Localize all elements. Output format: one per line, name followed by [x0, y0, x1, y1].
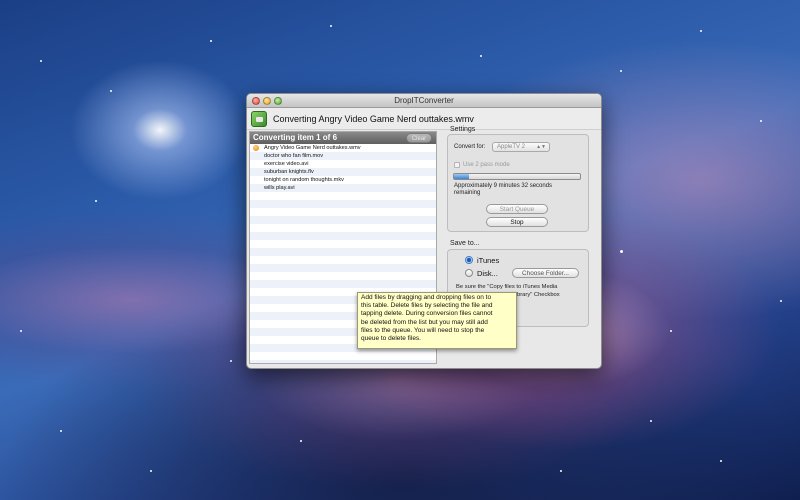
tooltip-line: this table. Delete files by selecting th… [361, 302, 493, 310]
current-item-header: Converting Angry Video Game Nerd outtake… [247, 108, 601, 130]
tooltip-line: files to the queue. You will need to sto… [361, 326, 485, 334]
window-title: DropITConverter [394, 96, 454, 105]
conversion-progress-bar [453, 173, 581, 180]
choose-folder-button[interactable]: Choose Folder... [512, 268, 579, 278]
list-item[interactable]: suburban knights.flv [250, 168, 436, 176]
tooltip-line: queue to delete files. [361, 335, 421, 343]
queue-status: Converting item 1 of 6 [253, 133, 338, 142]
convert-for-label: Convert for: [454, 144, 486, 150]
list-item[interactable]: exercise video.avi [250, 160, 436, 168]
list-item[interactable]: wills play.avi [250, 184, 436, 192]
disk-label: Disk... [477, 269, 498, 278]
two-pass-checkbox[interactable] [454, 162, 460, 168]
converting-status-icon [253, 145, 259, 151]
tooltip-line: be deleted from the list but you may sti… [361, 318, 488, 326]
start-queue-button[interactable]: Start Queue [486, 204, 548, 214]
stop-button[interactable]: Stop [486, 217, 548, 227]
two-pass-label: Use 2 pass mode [463, 162, 510, 168]
settings-label: Settings [450, 126, 476, 133]
current-item-title: Converting Angry Video Game Nerd outtake… [273, 113, 474, 124]
zoom-window-button[interactable] [274, 97, 282, 105]
list-item[interactable]: Angry Video Game Nerd outtakes.wmv [250, 144, 436, 152]
queue-header: Converting item 1 of 6 Clear [250, 132, 436, 144]
select-arrows-icon: ▲▼ [536, 144, 546, 150]
queue-rows: Angry Video Game Nerd outtakes.wmv docto… [250, 144, 436, 192]
itunes-note-line1: Be sure the "Copy files to iTunes Media [456, 284, 558, 290]
window-titlebar[interactable]: DropITConverter [247, 94, 601, 108]
eta-text-2: remaining [454, 190, 481, 196]
disk-radio[interactable] [465, 269, 473, 277]
convert-for-select[interactable]: AppleTV 2 ▲▼ [492, 142, 550, 152]
close-window-button[interactable] [252, 97, 260, 105]
progress-fill [454, 174, 470, 179]
eta-text: Approximately 9 minutes 32 seconds [454, 183, 553, 189]
itunes-label: iTunes [477, 256, 500, 265]
list-item[interactable]: doctor who fan film.mov [250, 152, 436, 160]
clear-button[interactable]: Clear [406, 133, 432, 143]
itunes-radio[interactable] [465, 256, 473, 264]
queue-help-tooltip: Add files by dragging and dropping files… [357, 292, 517, 349]
minimize-window-button[interactable] [263, 97, 271, 105]
list-item[interactable]: tonight on random thoughts.mkv [250, 176, 436, 184]
tooltip-line: Add files by dragging and dropping files… [361, 294, 492, 301]
video-file-icon [251, 110, 267, 127]
settings-panel: Convert for: AppleTV 2 ▲▼ Use 2 pass mod… [447, 134, 589, 232]
convert-for-value: AppleTV 2 [497, 144, 526, 150]
save-to-label: Save to... [450, 240, 480, 247]
tooltip-line: tapping delete. During conversion files … [361, 310, 493, 318]
